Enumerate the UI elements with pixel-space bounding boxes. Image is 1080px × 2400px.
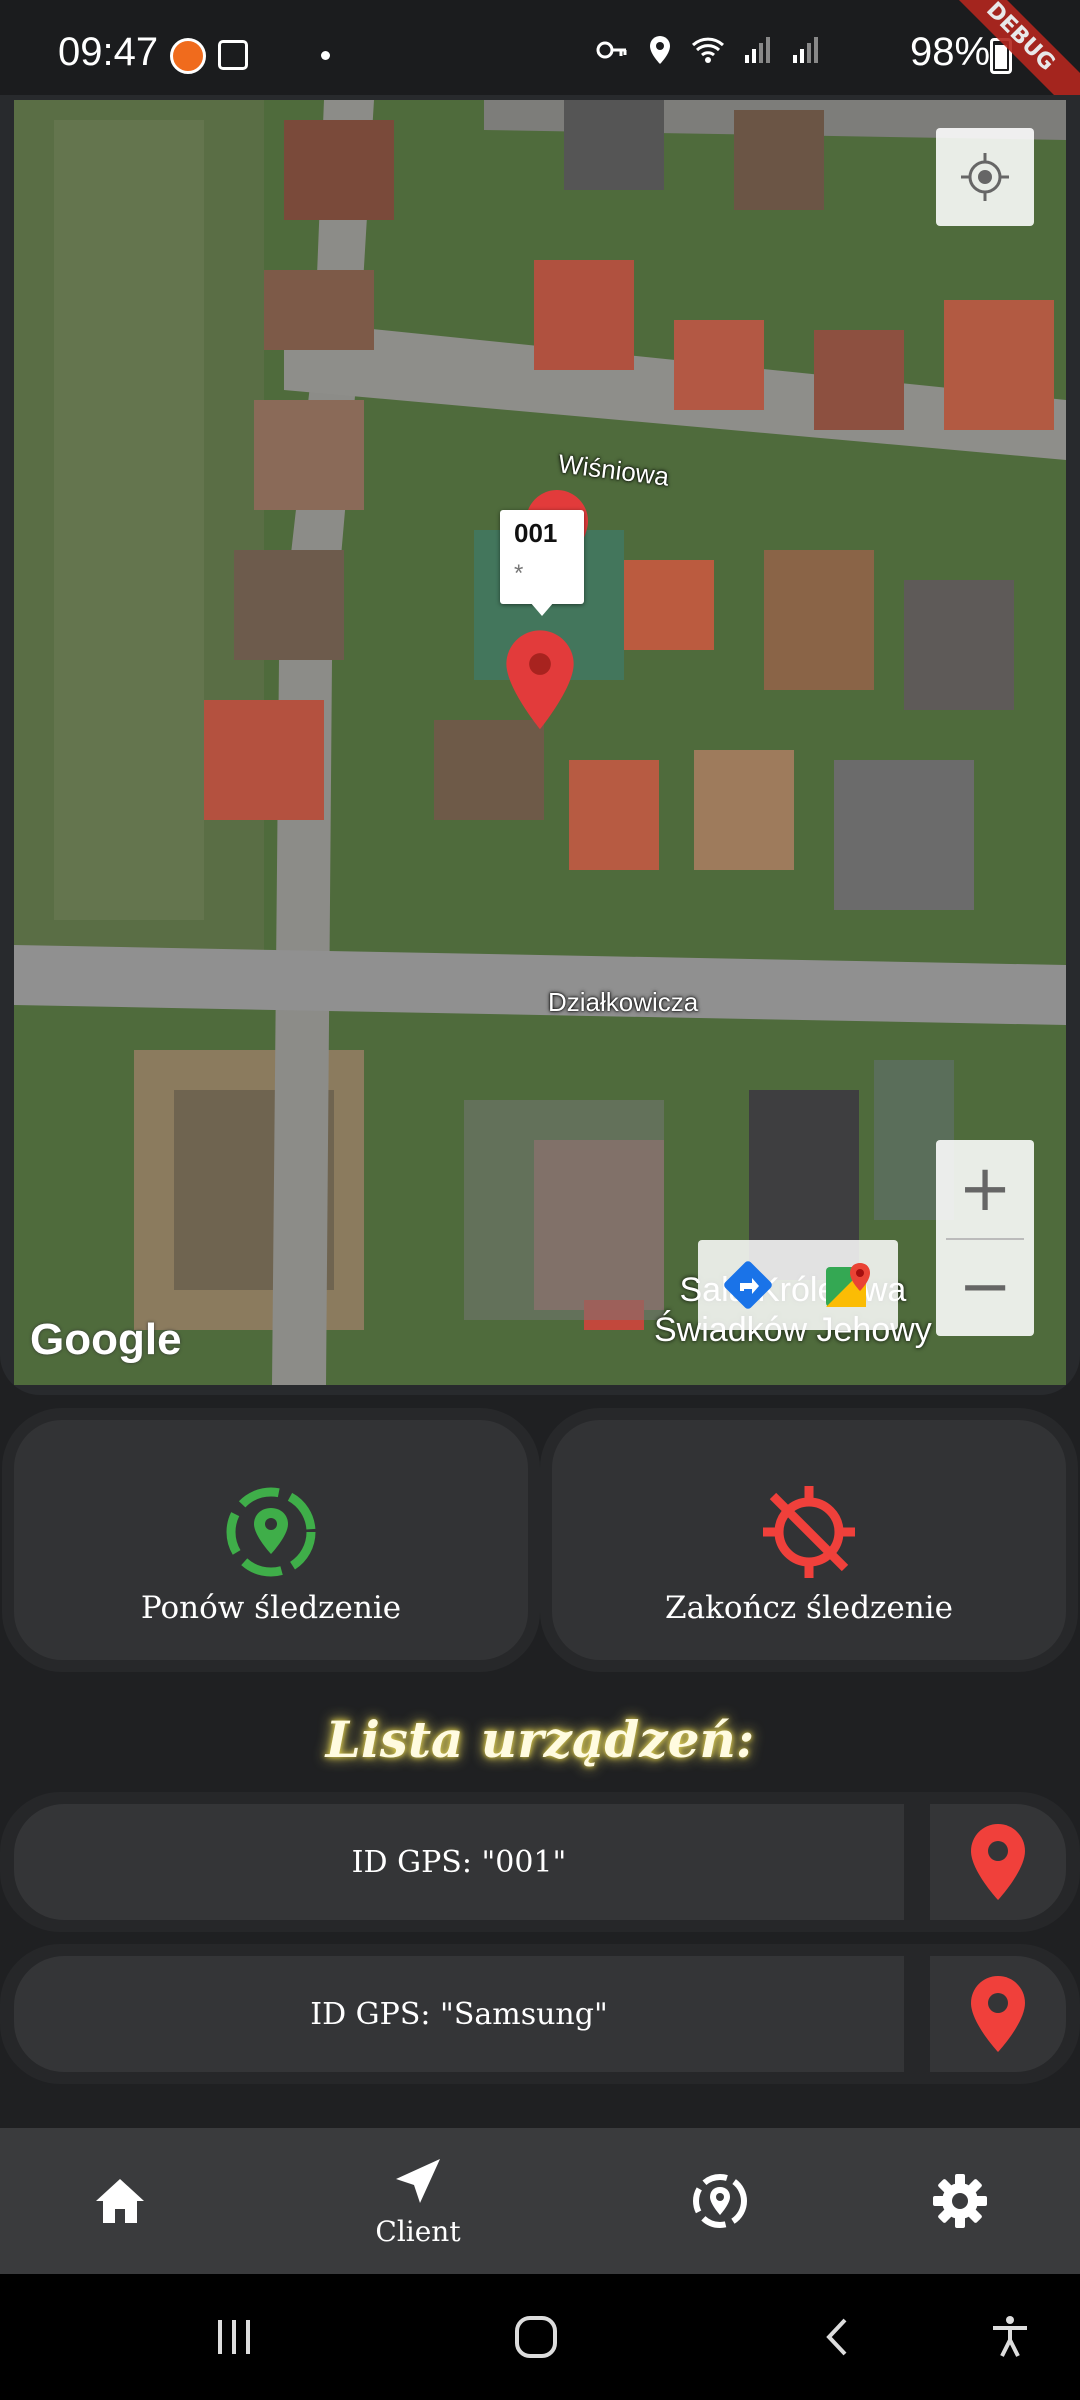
location-disabled-icon [763,1486,855,1578]
gallery-notification-icon [218,40,248,70]
system-navigation-bar [0,2274,1080,2400]
info-window-title: 001 [514,518,558,548]
street-label-south: Działkowicza [548,987,699,1017]
sim1-signal-icon [745,37,770,63]
info-window-tail [530,602,554,616]
gear-icon [933,2174,987,2228]
zoom-controls: + − [936,1140,1034,1336]
stop-tracking-button[interactable]: Zakończ śledzenie [552,1420,1066,1660]
home-button[interactable] [496,2302,576,2372]
device-locate-button[interactable] [930,1956,1066,2072]
map-view[interactable]: Wiśniowa Działkowicza 001 * + − Sala Kró… [14,100,1066,1385]
zoom-in-button[interactable]: + [936,1140,1034,1238]
resume-tracking-label: Ponów śledzenie [140,1590,402,1626]
bottom-navigation: Client [0,2128,1080,2274]
track-location-icon [693,2174,747,2228]
info-window-snippet: * [514,560,524,587]
zoom-out-button[interactable]: − [936,1238,1034,1336]
nav-client-label: Client [375,2214,461,2248]
app-notification-icon [170,38,206,74]
map-toolbar [698,1240,898,1330]
nav-client[interactable]: Client [318,2128,518,2274]
open-in-maps-button[interactable] [798,1240,898,1330]
device-item-button[interactable]: ID GPS: "001" [14,1804,904,1920]
directions-button[interactable] [698,1240,798,1330]
nav-home[interactable] [20,2128,220,2274]
device-list-title: Lista urządzeń: [325,1710,755,1769]
resume-tracking-button[interactable]: Ponów śledzenie [14,1420,528,1660]
map-marker-001[interactable] [502,625,578,740]
nav-tracking[interactable] [620,2128,820,2274]
resume-tracking-icon [226,1487,316,1577]
navigation-arrow-icon [396,2158,440,2203]
marker-info-window[interactable]: 001 * [500,510,584,616]
battery-percentage: 98% [910,30,991,74]
accessibility-icon [993,2316,1027,2357]
back-button[interactable] [798,2302,878,2372]
recents-button[interactable] [194,2302,274,2372]
location-pin-icon [971,1824,1025,1900]
location-pin-icon [971,1976,1025,2052]
device-locate-button[interactable] [930,1804,1066,1920]
satellite-imagery [14,100,1066,1385]
status-icons [595,30,821,70]
crosshair-icon [961,153,1009,201]
my-location-button[interactable] [936,128,1034,226]
more-notifications-dot-icon [321,51,330,60]
location-icon [650,36,670,64]
google-maps-icon [826,1263,870,1307]
accessibility-button[interactable] [970,2302,1050,2372]
google-logo: Google [30,1315,182,1364]
device-item-button[interactable]: ID GPS: "Samsung" [14,1956,904,2072]
recents-icon [218,2320,250,2354]
status-bar: 09:47 98% DEBUG [0,0,1080,141]
stop-tracking-label: Zakończ śledzenie [665,1590,953,1626]
device-row: ID GPS: "001" [0,1792,1080,1932]
back-icon [826,2318,847,2356]
device-row: ID GPS: "Samsung" [0,1944,1080,2084]
sim2-signal-icon [793,37,818,63]
wifi-call-icon [691,37,725,63]
tracking-actions: Ponów śledzenie Zakończ śledzenie [0,1410,1080,1670]
status-time: 09:47 [58,30,159,74]
directions-icon [724,1261,772,1309]
nav-settings[interactable] [860,2128,1060,2274]
home-circle-icon [515,2316,557,2358]
home-icon [96,2179,144,2223]
key-icon [596,41,627,59]
